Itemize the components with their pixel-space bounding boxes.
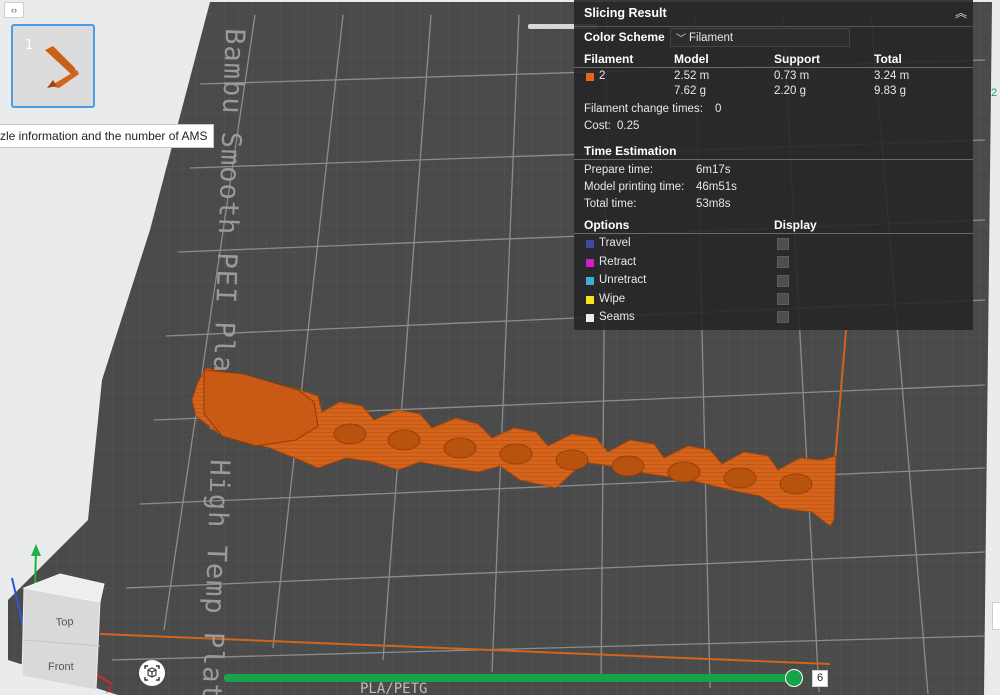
support-header: Support (774, 52, 820, 66)
option-unretract-checkbox[interactable] (777, 275, 789, 287)
total-weight: 9.83 g (874, 85, 906, 97)
sidebar-toggle-button[interactable]: ‹› (4, 2, 24, 18)
prepare-time-value: 6m17s (696, 164, 731, 176)
model-weight: 7.62 g (674, 85, 706, 97)
options-header: Options (584, 218, 630, 232)
travel-color-swatch (586, 240, 594, 248)
total-length: 3.24 m (874, 70, 910, 82)
panel-title-bar: Slicing Result ︽ (574, 0, 973, 27)
cost-value: 0.25 (617, 120, 640, 132)
chevron-down-icon: ﹀ (676, 34, 686, 45)
option-retract-checkbox[interactable] (777, 256, 789, 268)
layer-slider-fill (224, 674, 795, 682)
option-travel-checkbox[interactable] (777, 238, 789, 250)
color-scheme-value: Filament (689, 32, 734, 44)
color-scheme-label: Color Scheme (584, 30, 665, 44)
prepare-time-label: Prepare time: (584, 164, 654, 176)
option-retract-label: Retract (599, 256, 637, 268)
plate-bottom-label: PLA/PETG (360, 681, 427, 695)
plate-thumbnail[interactable]: 1 (11, 24, 95, 108)
plate-info-tooltip: zle information and the number of AMS (0, 124, 215, 148)
time-estimation-header: Time Estimation (584, 144, 677, 158)
total-time-value: 53m8s (696, 198, 731, 210)
slicing-result-panel: Slicing Result ︽ Color Scheme ﹀ Filament… (574, 0, 973, 330)
option-wipe-checkbox[interactable] (777, 293, 789, 305)
support-weight: 2.20 g (774, 85, 806, 97)
option-seams-label: Seams (599, 311, 635, 323)
filament-id: 2 (599, 70, 606, 82)
axis-x-label: X (106, 685, 113, 695)
right-edge-tab[interactable] (992, 602, 1000, 630)
collapse-panel-icon[interactable]: ︽ (955, 4, 967, 21)
display-header: Display (774, 218, 817, 232)
retract-color-swatch (586, 259, 594, 267)
color-scheme-select[interactable]: ﹀ Filament (670, 28, 850, 47)
model-printing-time-label: Model printing time: (584, 181, 685, 193)
panel-title: Slicing Result (584, 6, 667, 20)
wipe-color-swatch (586, 296, 594, 304)
view-cube-front[interactable]: Front (48, 661, 74, 673)
model-printing-time-value: 46m51s (696, 181, 737, 193)
plate-number: 1 (25, 38, 34, 53)
total-header: Total (874, 52, 902, 66)
reset-view-button[interactable] (139, 660, 165, 686)
model-length: 2.52 m (674, 70, 710, 82)
filament-color-swatch (586, 73, 594, 81)
unretract-color-swatch (586, 277, 594, 285)
model-thumbnail-icon (45, 46, 79, 88)
total-time-label: Total time: (584, 198, 637, 210)
right-edge-tag: 2 (991, 87, 998, 99)
cube-view-icon (144, 665, 160, 681)
seams-color-swatch (586, 314, 594, 322)
option-wipe-label: Wipe (599, 293, 626, 305)
option-travel-label: Travel (599, 237, 631, 249)
filament-change-label: Filament change times: (584, 103, 703, 115)
model-header: Model (674, 52, 709, 66)
support-length: 0.73 m (774, 70, 810, 82)
layer-slider[interactable] (224, 669, 804, 687)
filament-change-value: 0 (715, 103, 722, 115)
cost-label: Cost: (584, 120, 611, 132)
option-seams-checkbox[interactable] (777, 311, 789, 323)
view-cube-top[interactable]: Top (55, 616, 74, 629)
filament-header: Filament (584, 52, 634, 66)
layer-slider-value: 6 (812, 670, 828, 687)
option-unretract-label: Unretract (599, 274, 647, 286)
